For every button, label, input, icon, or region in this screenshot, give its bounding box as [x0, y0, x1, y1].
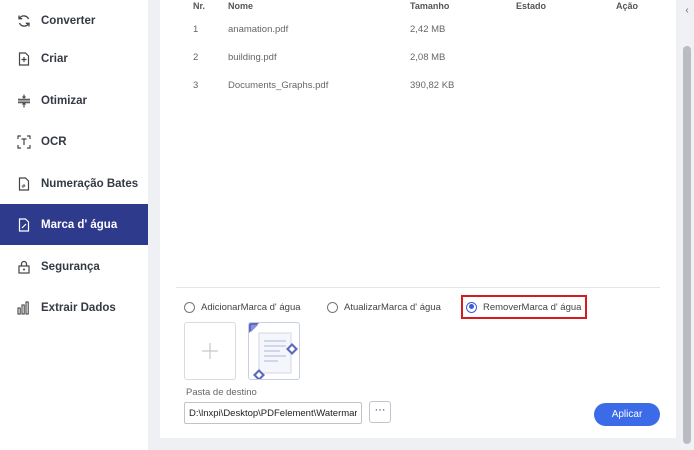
bar-chart-icon: [16, 300, 32, 316]
radio-circle[interactable]: [184, 301, 195, 313]
compress-icon: [16, 93, 32, 109]
apply-button[interactable]: Aplicar: [594, 403, 660, 426]
radio-label: AtualizarMarca d' água: [344, 301, 441, 313]
column-header-acao: Ação: [616, 1, 639, 11]
section-divider: [176, 287, 660, 288]
destination-folder-label: Pasta de destino: [186, 387, 257, 398]
radio-label: AdicionarMarca d' água: [201, 301, 301, 313]
bates-number-icon: #: [16, 176, 32, 192]
sidebar-item-seguranca[interactable]: Segurança: [0, 246, 148, 287]
column-header-estado: Estado: [516, 1, 547, 11]
row-file-size: 390,82 KB: [410, 80, 455, 91]
sidebar-item-extrair[interactable]: Extrair Dados: [0, 287, 148, 328]
sidebar-item-label: OCR: [41, 135, 67, 148]
row-number: 3: [193, 80, 199, 91]
sidebar-item-criar[interactable]: Criar: [0, 38, 148, 79]
column-header-tamanho: Tamanho: [410, 1, 450, 11]
sidebar-item-label: Segurança: [41, 260, 100, 273]
create-file-icon: [16, 51, 32, 67]
lock-icon: [16, 259, 32, 275]
radio-update-watermark[interactable]: AtualizarMarca d' água: [327, 299, 441, 315]
radio-circle[interactable]: [327, 301, 338, 313]
sidebar-item-ocr[interactable]: OCR: [0, 121, 148, 162]
scrollbar[interactable]: ‹: [680, 0, 694, 450]
scrollbar-thumb[interactable]: [683, 46, 691, 444]
row-number: 1: [193, 24, 199, 35]
sidebar-item-converter[interactable]: Converter: [0, 0, 148, 41]
browse-folder-button[interactable]: ···: [369, 401, 391, 423]
ocr-scan-icon: [16, 134, 32, 150]
radio-circle-selected[interactable]: [466, 301, 477, 313]
watermark-template-thumbnail[interactable]: [248, 322, 300, 380]
sidebar-item-label: Converter: [41, 14, 96, 27]
row-file-name: anamation.pdf: [228, 24, 289, 35]
sidebar-item-bates[interactable]: # Numeração Bates: [0, 163, 148, 204]
radio-label: RemoverMarca d' água: [483, 301, 582, 313]
table-row[interactable]: 2 building.pdf 2,08 MB: [160, 47, 676, 69]
watermark-panel: Nr. Nome Tamanho Estado Ação 1 anamation…: [160, 0, 676, 438]
table-row[interactable]: 1 anamation.pdf 2,42 MB: [160, 19, 676, 41]
sidebar-item-label: Marca d' água: [41, 218, 118, 231]
row-file-name: Documents_Graphs.pdf: [228, 80, 329, 91]
row-file-size: 2,08 MB: [410, 52, 446, 63]
row-file-name: building.pdf: [228, 52, 277, 63]
plus-icon: [202, 343, 218, 359]
sidebar-item-label: Otimizar: [41, 94, 88, 107]
sidebar-item-otimizar[interactable]: Otimizar: [0, 80, 148, 121]
add-template-button[interactable]: [184, 322, 236, 380]
radio-remove-watermark[interactable]: RemoverMarca d' água: [466, 299, 581, 315]
sidebar-item-label: Extrair Dados: [41, 301, 116, 314]
destination-path-input[interactable]: [184, 402, 362, 424]
sidebar-item-label: Criar: [41, 52, 68, 65]
table-row[interactable]: 3 Documents_Graphs.pdf 390,82 KB: [160, 75, 676, 97]
watermark-preview-icon: [249, 323, 298, 379]
watermark-file-icon: [16, 217, 32, 233]
refresh-icon: [16, 13, 32, 29]
sidebar-item-label: Numeração Bates: [41, 177, 139, 190]
radio-add-watermark[interactable]: AdicionarMarca d' água: [184, 299, 301, 315]
row-number: 2: [193, 52, 199, 63]
chevron-left-icon[interactable]: ‹: [682, 6, 692, 16]
row-file-size: 2,42 MB: [410, 24, 446, 35]
svg-text:#: #: [21, 184, 26, 190]
sidebar: Converter Criar Otimizar OCR # Numeração…: [0, 0, 148, 450]
column-header-nr: Nr.: [193, 1, 206, 11]
table-header: Nr. Nome Tamanho Estado Ação: [160, 0, 676, 14]
sidebar-item-watermark[interactable]: Marca d' água: [0, 204, 148, 245]
column-header-nome: Nome: [228, 1, 254, 11]
